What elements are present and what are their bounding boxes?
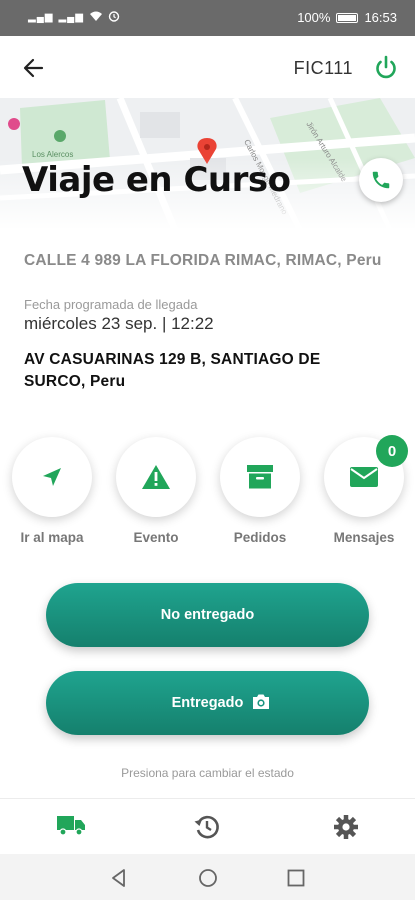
- action-event[interactable]: Evento: [116, 437, 196, 545]
- gear-icon: [334, 815, 358, 839]
- truck-icon: [57, 816, 85, 836]
- action-messages[interactable]: 0 Mensajes: [324, 435, 408, 545]
- signal-icon: ▂▄▆: [28, 12, 54, 23]
- action-circle[interactable]: 0: [324, 435, 408, 517]
- back-button[interactable]: [20, 54, 48, 82]
- vehicle-code: FIC111: [293, 58, 353, 78]
- status-icons-right: 100% 16:53: [297, 10, 397, 25]
- unread-count-badge: 0: [376, 435, 408, 467]
- action-label: Pedidos: [233, 530, 287, 545]
- status-hint: Presiona para cambiar el estado: [121, 766, 294, 780]
- page-title: Viaje en Curso: [22, 160, 291, 200]
- nav-trips[interactable]: [56, 813, 86, 841]
- app-header: FIC111: [0, 36, 415, 98]
- navigation-arrow-icon: [43, 468, 61, 486]
- action-circle[interactable]: [12, 437, 92, 517]
- eta-value: miércoles 23 sep. | 12:22: [24, 314, 214, 333]
- action-orders[interactable]: Pedidos: [220, 437, 300, 545]
- power-icon: [376, 55, 396, 79]
- wifi-icon: [89, 10, 103, 25]
- arrow-left-icon: [23, 58, 44, 78]
- status-bar: ▂▄▆ ▂▄▆ 100% 16:53: [0, 0, 415, 36]
- nav-history[interactable]: [193, 813, 223, 841]
- phone-icon: [372, 171, 390, 189]
- alarm-icon: [108, 10, 120, 25]
- system-home-icon[interactable]: [197, 867, 219, 889]
- delivered-button[interactable]: Entregado: [46, 671, 369, 735]
- not-delivered-label: No entregado: [160, 607, 255, 623]
- system-back-icon[interactable]: [108, 867, 130, 889]
- system-nav-bar: [0, 854, 415, 900]
- status-icons-left: ▂▄▆ ▂▄▆: [28, 10, 120, 25]
- archive-box-icon: [247, 465, 273, 489]
- logout-button[interactable]: [371, 53, 401, 83]
- eta-label: Fecha programada de llegada: [24, 297, 198, 312]
- history-icon: [194, 815, 219, 839]
- delivered-label: Entregado: [171, 695, 244, 711]
- warning-icon: [142, 465, 170, 489]
- battery-icon: [336, 12, 359, 23]
- action-circle[interactable]: [220, 437, 300, 517]
- destination-address: AV CASUARINAS 129 B, SANTIAGO DE SURCO, …: [24, 351, 321, 390]
- clock: 16:53: [364, 10, 397, 25]
- nav-settings[interactable]: [332, 813, 362, 841]
- signal-icon: ▂▄▆: [58, 12, 84, 23]
- call-button[interactable]: [359, 158, 403, 202]
- battery-percent: 100%: [297, 10, 331, 25]
- action-circle[interactable]: [116, 437, 196, 517]
- action-go-to-map[interactable]: Ir al mapa: [12, 437, 92, 545]
- envelope-icon: [350, 467, 378, 487]
- camera-icon: [253, 694, 269, 709]
- action-label: Mensajes: [333, 530, 395, 545]
- not-delivered-button[interactable]: No entregado: [46, 583, 369, 647]
- action-label: Evento: [133, 530, 179, 545]
- bottom-nav: [0, 798, 415, 854]
- system-recents-icon[interactable]: [285, 867, 307, 889]
- origin-address: CALLE 4 989 LA FLORIDA RIMAC, RIMAC, Per…: [24, 252, 382, 269]
